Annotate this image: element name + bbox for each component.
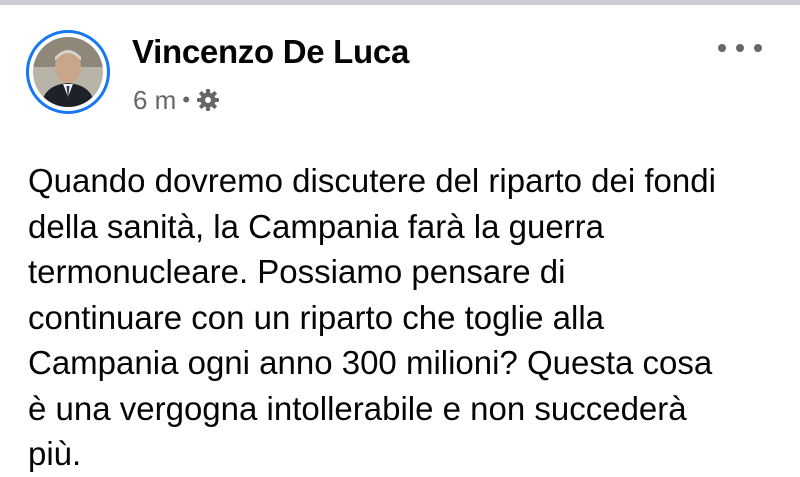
- post-text: Quando dovremo discutere del riparto dei…: [28, 158, 783, 477]
- more-dot: [736, 44, 744, 52]
- more-dot: [718, 44, 726, 52]
- gear-icon[interactable]: [196, 88, 220, 112]
- more-options-icon[interactable]: [718, 33, 762, 63]
- post-timestamp[interactable]: 6 m: [133, 85, 176, 116]
- post-meta: 6 m •: [133, 85, 220, 115]
- post-text-line: continuare con un riparto che toglie all…: [28, 298, 605, 336]
- author-name[interactable]: Vincenzo De Luca: [132, 33, 409, 71]
- meta-separator: •: [182, 87, 191, 112]
- post-text-line: è una vergogna intollerabile e non succe…: [28, 389, 687, 427]
- post-text-line: Quando dovremo discutere del riparto dei…: [28, 162, 716, 199]
- post-text-line: più.: [28, 435, 82, 472]
- post-text-line: Campania ogni anno 300 milioni? Questa c…: [28, 344, 713, 381]
- profile-photo: [33, 37, 103, 107]
- avatar[interactable]: [26, 30, 110, 114]
- facebook-post: Vincenzo De Luca 6 m • Quando dovremo di…: [0, 5, 800, 472]
- post-text-line: termonucleare. Possiamo pensare di: [28, 253, 566, 290]
- more-dot: [754, 44, 762, 52]
- post-text-line: della sanità, la Campania farà la guerra: [28, 207, 605, 245]
